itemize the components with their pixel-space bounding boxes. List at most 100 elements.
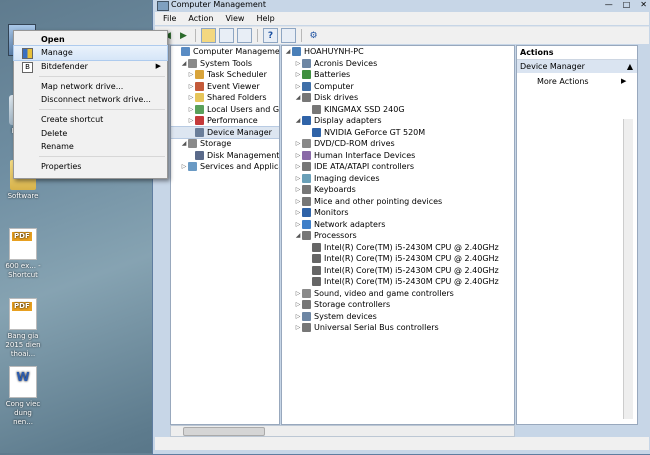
console-tree-item[interactable]: ▷ Performance — [171, 115, 279, 127]
expand-toggle-icon[interactable]: ▷ — [187, 104, 195, 116]
expand-toggle-icon[interactable]: ◢ — [180, 138, 188, 150]
device-category[interactable]: ▷ Universal Serial Bus controllers — [282, 322, 514, 334]
device-category[interactable]: ▷ IDE ATA/ATAPI controllers — [282, 161, 514, 173]
console-tree-item[interactable]: ▷ Services and Applications — [171, 161, 279, 173]
device-category[interactable]: ◢ Display adapters — [282, 115, 514, 127]
desktop-icon-pdf[interactable]: 600 ex... - Shortcut — [4, 228, 42, 280]
device-item[interactable]: Intel(R) Core(TM) i5-2430M CPU @ 2.40GHz — [282, 253, 514, 265]
context-menu-item[interactable]: Delete — [14, 127, 167, 140]
expand-toggle-icon[interactable]: ▷ — [294, 150, 302, 162]
expand-toggle-icon[interactable]: ▷ — [294, 81, 302, 93]
properties-icon[interactable] — [237, 28, 252, 43]
console-tree-item[interactable]: ▷ Shared Folders — [171, 92, 279, 104]
device-category[interactable]: ▷ Acronis Devices — [282, 58, 514, 70]
expand-toggle-icon[interactable]: ▷ — [294, 288, 302, 300]
device-category[interactable]: ▷ DVD/CD-ROM drives — [282, 138, 514, 150]
desktop-icon-pdf[interactable]: Bang gia 2015 dien thoai... — [4, 298, 42, 359]
context-menu-item[interactable]: Open — [14, 33, 167, 46]
console-tree-item[interactable]: Disk Management — [171, 150, 279, 162]
device-category[interactable]: ▷ Imaging devices — [282, 173, 514, 185]
scan-hardware-icon[interactable]: ⚙ — [307, 29, 320, 42]
expand-toggle-icon[interactable]: ▷ — [180, 161, 188, 173]
expand-toggle-icon[interactable]: ▷ — [294, 138, 302, 150]
context-menu-item[interactable]: Create shortcut — [14, 113, 167, 126]
device-category[interactable]: ◢ Disk drives — [282, 92, 514, 104]
scrollbar-thumb[interactable] — [183, 427, 265, 436]
expand-toggle-icon[interactable]: ◢ — [294, 92, 302, 104]
title-bar[interactable]: Computer Management — □ ✕ — [153, 0, 650, 11]
actions-device-manager-section[interactable]: Device Manager ▲ — [517, 60, 637, 73]
expand-toggle-icon[interactable]: ▷ — [294, 207, 302, 219]
up-folder-icon[interactable] — [201, 28, 216, 43]
console-tree-item[interactable]: Device Manager — [171, 125, 279, 139]
context-menu-item[interactable]: Map network drive... — [14, 80, 167, 93]
expand-toggle-icon[interactable]: ▷ — [187, 92, 195, 104]
device-category[interactable]: ▷ Monitors — [282, 207, 514, 219]
context-menu-item[interactable]: Properties — [14, 160, 167, 173]
device-category[interactable]: ▷ Network adapters — [282, 219, 514, 231]
device-category[interactable]: ▷ Sound, video and game controllers — [282, 288, 514, 300]
expand-toggle-icon[interactable]: ▷ — [294, 219, 302, 231]
show-hide-tree-icon[interactable] — [219, 28, 234, 43]
console-tree-item[interactable]: ▷ Task Scheduler — [171, 69, 279, 81]
context-menu-item[interactable]: Rename — [14, 140, 167, 153]
menu-action[interactable]: Action — [188, 12, 213, 25]
help-icon[interactable]: ? — [263, 28, 278, 43]
expand-toggle-icon[interactable]: ▷ — [294, 69, 302, 81]
expand-toggle-icon[interactable]: ▷ — [187, 115, 195, 127]
computer-root-node[interactable]: ◢ HOAHUYNH-PC — [282, 46, 514, 58]
device-item[interactable]: Intel(R) Core(TM) i5-2430M CPU @ 2.40GHz — [282, 276, 514, 288]
console-tree-item[interactable]: ▷ Event Viewer — [171, 81, 279, 93]
expand-toggle-icon[interactable]: ◢ — [284, 46, 292, 58]
expand-toggle-icon[interactable]: ◢ — [180, 58, 188, 70]
device-category[interactable]: ▷ Computer — [282, 81, 514, 93]
expand-toggle-icon[interactable]: ▷ — [294, 311, 302, 323]
device-item[interactable]: NVIDIA GeForce GT 520M — [282, 127, 514, 139]
device-category[interactable]: ▷ Human Interface Devices — [282, 150, 514, 162]
minimize-button[interactable]: — — [605, 0, 613, 11]
horizontal-scrollbar[interactable] — [170, 425, 515, 437]
device-item[interactable]: Intel(R) Core(TM) i5-2430M CPU @ 2.40GHz — [282, 242, 514, 254]
maximize-button[interactable]: □ — [623, 0, 631, 11]
console-tree-label: Storage — [200, 139, 232, 148]
console-tree-item[interactable]: Computer Management (Local — [171, 46, 279, 58]
device-category[interactable]: ▷ Batteries — [282, 69, 514, 81]
action-pane-icon[interactable] — [281, 28, 296, 43]
device-category[interactable]: ▷ System devices — [282, 311, 514, 323]
collapse-up-icon[interactable]: ▲ — [627, 60, 633, 73]
expand-toggle-icon[interactable]: ◢ — [294, 230, 302, 242]
desktop-icon-doc[interactable]: Cong viec dung nen... — [4, 366, 42, 427]
expand-toggle-icon[interactable]: ▷ — [294, 322, 302, 334]
close-button[interactable]: ✕ — [640, 0, 647, 11]
context-menu-item[interactable]: Disconnect network drive... — [14, 93, 167, 106]
device-category[interactable]: ▷ Storage controllers — [282, 299, 514, 311]
device-item[interactable]: KINGMAX SSD 240G — [282, 104, 514, 116]
more-actions-link[interactable]: More Actions ▶ — [517, 75, 637, 88]
expand-toggle-icon[interactable]: ▷ — [187, 81, 195, 93]
expand-toggle-icon[interactable]: ▷ — [294, 161, 302, 173]
device-category[interactable]: ▷ Keyboards — [282, 184, 514, 196]
expand-toggle-icon[interactable]: ▷ — [294, 184, 302, 196]
console-tree-item[interactable]: ▷ Local Users and Groups — [171, 104, 279, 116]
menu-view[interactable]: View — [225, 12, 244, 25]
users-icon — [195, 104, 204, 114]
submenu-arrow-icon: ▶ — [621, 77, 627, 85]
menu-help[interactable]: Help — [256, 12, 274, 25]
expand-toggle-icon[interactable]: ▷ — [294, 299, 302, 311]
vertical-scrollbar[interactable] — [623, 119, 633, 419]
expand-toggle-icon[interactable]: ▷ — [187, 69, 195, 81]
expand-toggle-icon[interactable]: ▷ — [294, 196, 302, 208]
forward-arrow-icon[interactable]: ▶ — [177, 29, 190, 42]
expand-toggle-icon[interactable]: ▷ — [294, 173, 302, 185]
device-category[interactable]: ▷ Mice and other pointing devices — [282, 196, 514, 208]
device-category[interactable]: ◢ Processors — [282, 230, 514, 242]
menu-file[interactable]: File — [163, 12, 176, 25]
expand-toggle-icon[interactable]: ◢ — [294, 115, 302, 127]
console-tree-item[interactable]: ◢ Storage — [171, 138, 279, 150]
context-menu-item[interactable]: B Bitdefender ▶ — [14, 60, 167, 73]
device-item[interactable]: Intel(R) Core(TM) i5-2430M CPU @ 2.40GHz — [282, 265, 514, 277]
console-tree-item[interactable]: ◢ System Tools — [171, 58, 279, 70]
context-menu-item[interactable]: Manage — [13, 45, 168, 61]
expand-toggle-icon[interactable]: ▷ — [294, 58, 302, 70]
device-label: Computer — [314, 81, 354, 91]
